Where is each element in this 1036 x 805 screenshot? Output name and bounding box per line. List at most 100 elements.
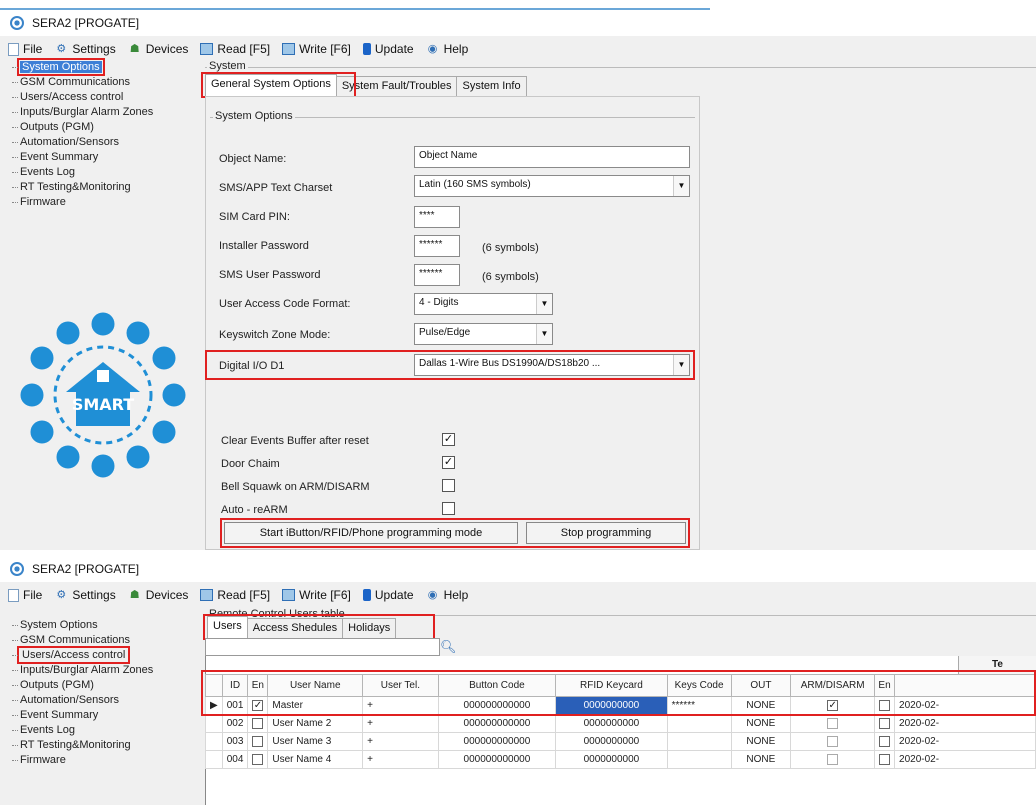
checkbox[interactable]	[252, 717, 264, 729]
table-row[interactable]: 002 User Name 2 +000000000000 0000000000 NON…	[205, 714, 1036, 733]
checkbox[interactable]	[879, 735, 891, 747]
col-user-name[interactable]: User Name	[267, 674, 364, 697]
checkbox[interactable]: ✓	[827, 699, 839, 711]
cell-date[interactable]: 2020-02-	[894, 714, 1036, 733]
sms-password-input[interactable]: ******	[414, 264, 460, 286]
tab-general-system-options[interactable]: General System Options	[205, 74, 337, 96]
cell-out[interactable]: NONE	[730, 732, 792, 751]
menu-devices[interactable]: ☗ Devices	[128, 588, 189, 602]
stop-programming-button[interactable]: Stop programming	[526, 522, 686, 544]
menu-write[interactable]: Write [F6]	[282, 588, 351, 602]
cell-out[interactable]: NONE	[730, 750, 792, 769]
cell-arm[interactable]	[790, 732, 876, 751]
tree-item-event-summary[interactable]: Event Summary	[10, 150, 200, 165]
cell-tel[interactable]: +	[362, 714, 439, 733]
cell-name[interactable]: User Name 3	[267, 732, 364, 751]
cell-en[interactable]	[247, 750, 269, 769]
tab-users[interactable]: Users	[207, 616, 248, 638]
cell-pointer[interactable]	[205, 714, 223, 733]
tree-item-rt-testing[interactable]: RT Testing&Monitoring	[10, 180, 200, 195]
menu-file[interactable]: File	[8, 588, 42, 602]
tree-item-event-summary[interactable]: Event Summary	[10, 708, 200, 723]
tree-item-inputs-zones[interactable]: Inputs/Burglar Alarm Zones	[10, 105, 200, 120]
menu-update[interactable]: Update	[362, 42, 414, 56]
cell-keys[interactable]	[666, 732, 732, 751]
cell-id[interactable]: 003	[221, 732, 249, 751]
cell-out[interactable]: NONE	[730, 696, 792, 715]
cell-pointer[interactable]: ▶	[205, 696, 223, 715]
cell-button[interactable]: 000000000000	[437, 750, 557, 769]
cell-en2[interactable]	[874, 696, 896, 715]
digital-io-select[interactable]: Dallas 1-Wire Bus DS1990A/DS18b20 ... ▼	[414, 354, 690, 376]
col-rfid-keycard[interactable]: RFID Keycard	[555, 674, 668, 697]
cell-rfid[interactable]: 0000000000	[555, 750, 668, 769]
cell-en[interactable]: ✓	[247, 696, 269, 715]
menu-help[interactable]: ◉ Help	[426, 588, 469, 602]
tree-item-gsm-communications[interactable]: GSM Communications	[10, 75, 200, 90]
cell-en2[interactable]	[874, 750, 896, 769]
option-check-clear-events[interactable]: ✓	[442, 433, 455, 446]
cell-en2[interactable]	[874, 714, 896, 733]
sim-pin-input[interactable]: ****	[414, 206, 460, 228]
object-name-input[interactable]: Object Name	[414, 146, 690, 168]
cell-button[interactable]: 000000000000	[437, 732, 557, 751]
checkbox[interactable]	[252, 753, 264, 765]
checkbox[interactable]	[827, 753, 839, 765]
cell-tel[interactable]: +	[362, 732, 439, 751]
cell-name[interactable]: Master	[267, 696, 364, 715]
chevron-down-icon[interactable]: ▼	[673, 355, 689, 375]
tab-access-shedules[interactable]: Access Shedules	[246, 618, 344, 638]
table-row[interactable]: 004 User Name 4 +000000000000 0000000000 NON…	[205, 750, 1036, 769]
cell-en[interactable]	[247, 714, 269, 733]
tree-item-events-log[interactable]: Events Log	[10, 723, 200, 738]
cell-tel[interactable]: +	[362, 750, 439, 769]
col-id[interactable]: ID	[221, 674, 249, 697]
cell-id[interactable]: 002	[221, 714, 249, 733]
start-programming-button[interactable]: Start iButton/RFID/Phone programming mod…	[224, 522, 518, 544]
cell-pointer[interactable]	[205, 732, 223, 751]
cell-keys[interactable]	[666, 750, 732, 769]
cell-arm[interactable]	[790, 750, 876, 769]
option-check-door-chaim[interactable]: ✓	[442, 456, 455, 469]
cell-name[interactable]: User Name 2	[267, 714, 364, 733]
menu-help[interactable]: ◉ Help	[426, 42, 469, 56]
cell-keys[interactable]	[666, 714, 732, 733]
charset-select[interactable]: Latin (160 SMS symbols) ▼	[414, 175, 690, 197]
col-keys-code[interactable]: Keys Code	[666, 674, 732, 697]
cell-en[interactable]	[247, 732, 269, 751]
menu-write[interactable]: Write [F6]	[282, 42, 351, 56]
col-en[interactable]: En	[247, 674, 269, 697]
tree-item-inputs-zones[interactable]: Inputs/Burglar Alarm Zones	[10, 663, 200, 678]
tree-item-automation[interactable]: Automation/Sensors	[10, 693, 200, 708]
cell-rfid[interactable]: 0000000000	[555, 696, 668, 715]
tree-item-gsm-communications[interactable]: GSM Communications	[10, 633, 200, 648]
tab-system-info[interactable]: System Info	[456, 76, 527, 96]
checkbox[interactable]	[879, 753, 891, 765]
keyswitch-select[interactable]: Pulse/Edge ▼	[414, 323, 553, 345]
cell-id[interactable]: 004	[221, 750, 249, 769]
checkbox[interactable]	[252, 735, 264, 747]
tree-item-outputs[interactable]: Outputs (PGM)	[10, 678, 200, 693]
checkbox[interactable]	[879, 699, 891, 711]
cell-arm[interactable]	[790, 714, 876, 733]
cell-en2[interactable]	[874, 732, 896, 751]
menu-file[interactable]: File	[8, 42, 42, 56]
tree-item-events-log[interactable]: Events Log	[10, 165, 200, 180]
checkbox[interactable]	[879, 717, 891, 729]
tab-system-fault-troubles[interactable]: System Fault/Troubles	[335, 76, 458, 96]
col-arm-disarm[interactable]: ARM/DISARM	[790, 674, 876, 697]
cell-arm[interactable]: ✓	[790, 696, 876, 715]
tree-item-outputs[interactable]: Outputs (PGM)	[10, 120, 200, 135]
col-en-2[interactable]: En	[874, 674, 896, 697]
tree-item-firmware[interactable]: Firmware	[10, 753, 200, 768]
col-date[interactable]	[894, 674, 1036, 697]
tab-holidays[interactable]: Holidays	[342, 618, 397, 638]
cell-rfid[interactable]: 0000000000	[555, 732, 668, 751]
checkbox[interactable]: ✓	[252, 699, 264, 711]
tree-item-users-access[interactable]: Users/Access control	[10, 646, 200, 664]
tree-item-firmware[interactable]: Firmware	[10, 195, 200, 210]
cell-date[interactable]: 2020-02-	[894, 750, 1036, 769]
menu-read[interactable]: Read [F5]	[200, 42, 270, 56]
search-input[interactable]	[205, 638, 440, 656]
cell-button[interactable]: 000000000000	[437, 714, 557, 733]
